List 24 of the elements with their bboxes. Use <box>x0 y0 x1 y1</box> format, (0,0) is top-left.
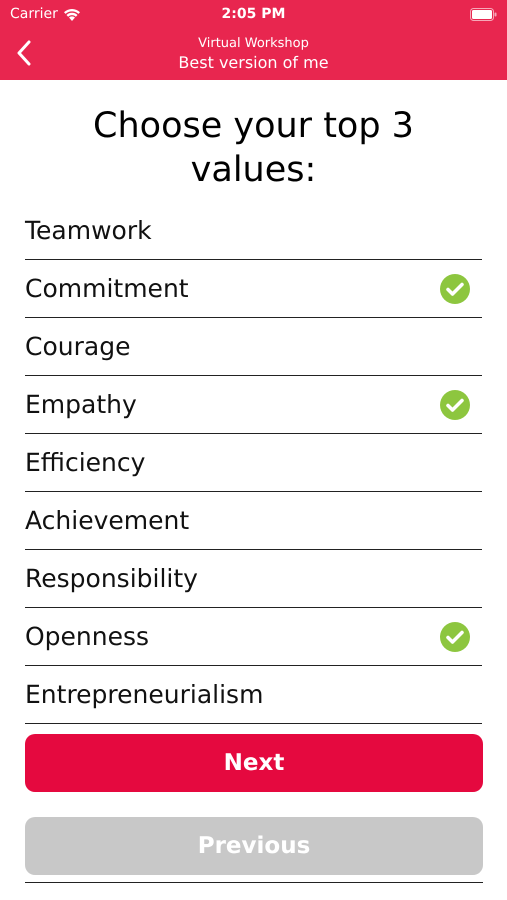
page-heading: Choose your top 3 values: <box>92 105 415 192</box>
value-label: Empathy <box>25 388 137 421</box>
value-label: Commitment <box>25 272 189 305</box>
value-label: Entrepreneurialism <box>25 678 264 711</box>
value-label: Achievement <box>25 504 190 537</box>
header-title: Best version of me <box>178 52 329 74</box>
clock-time: 2:05 PM <box>222 4 286 24</box>
value-label: Courage <box>25 330 130 363</box>
wifi-icon <box>62 8 81 20</box>
value-option[interactable]: Efficiency <box>25 434 482 492</box>
next-button[interactable]: Next <box>25 734 483 792</box>
value-label: Responsibility <box>25 562 198 595</box>
battery-icon <box>470 8 497 20</box>
header-subtitle: Virtual Workshop <box>198 34 309 52</box>
checkmark-icon <box>440 390 470 420</box>
value-label: Efficiency <box>25 446 146 479</box>
value-option[interactable]: Entrepreneurialism <box>25 666 482 724</box>
checkmark-icon <box>440 622 470 652</box>
back-icon <box>16 40 32 66</box>
value-option[interactable]: Achievement <box>25 492 482 550</box>
carrier-label: Carrier <box>10 4 58 24</box>
checkmark-icon <box>440 274 470 304</box>
value-label: Teamwork <box>25 214 152 247</box>
value-label: Openness <box>25 620 150 653</box>
